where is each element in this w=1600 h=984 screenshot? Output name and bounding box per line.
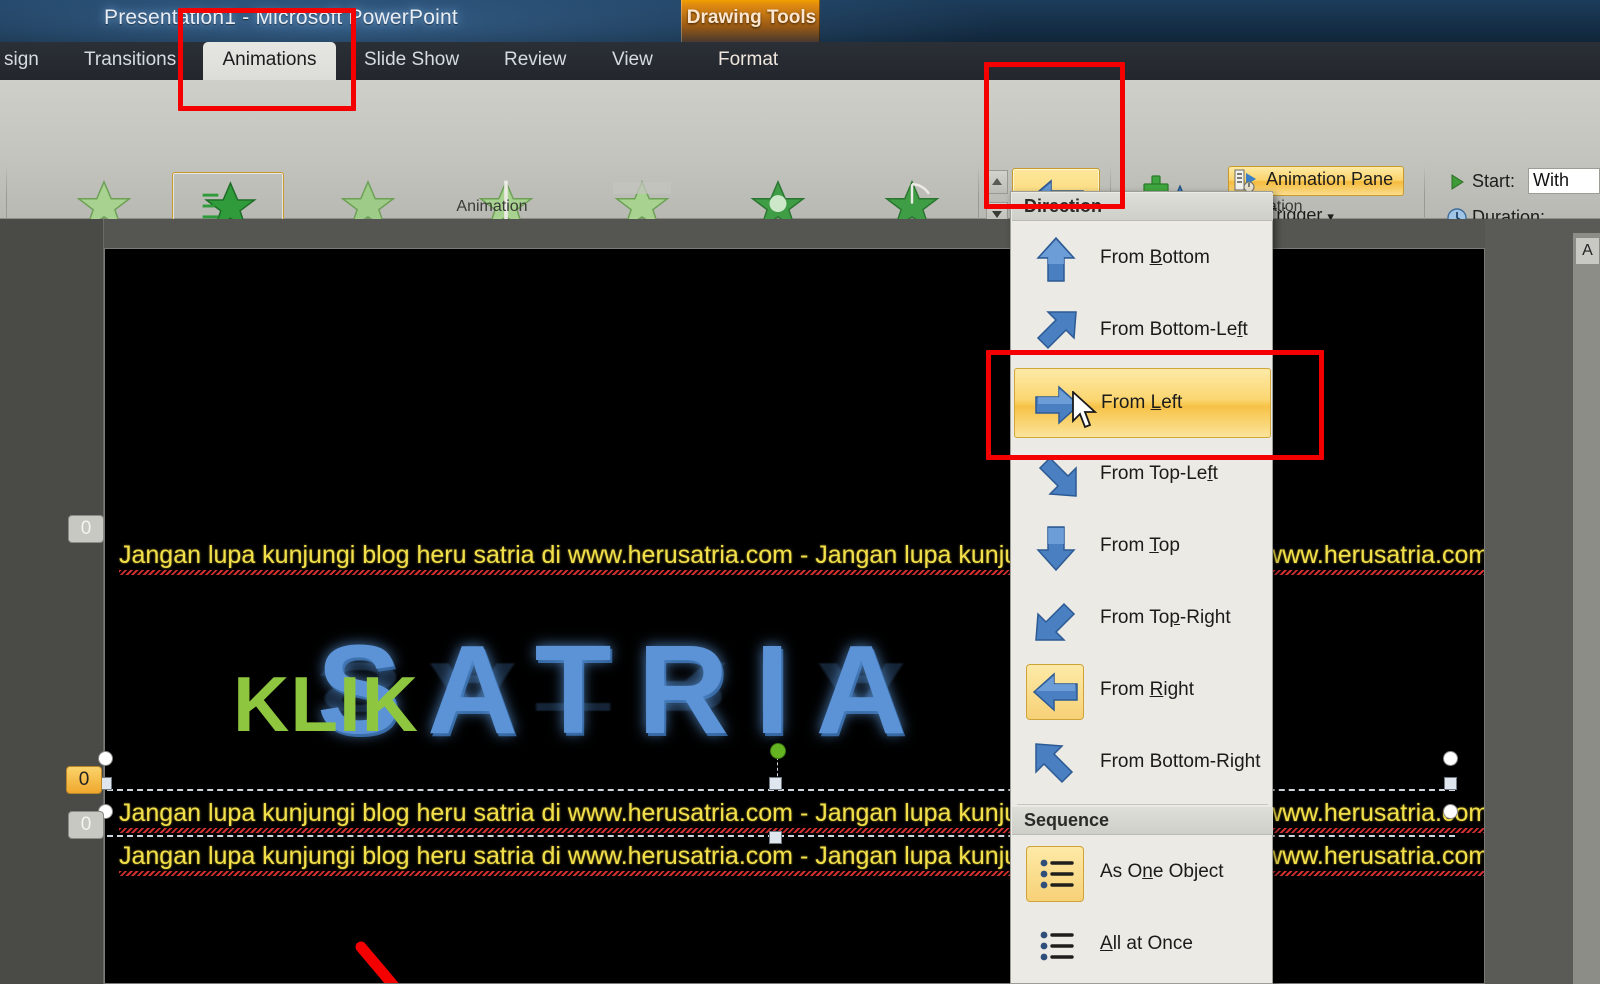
menu-item-from-top[interactable]: From Top: [1014, 512, 1271, 582]
tab-transitions[interactable]: Transitions: [72, 42, 188, 80]
selection-handle-top-center[interactable]: [769, 777, 782, 790]
contextual-tab-drawing-tools: Drawing Tools: [681, 0, 820, 42]
arrow-down-icon: [1036, 526, 1076, 572]
animation-badge-1[interactable]: 0: [68, 515, 104, 543]
selection-handle-top-left[interactable]: [98, 751, 113, 766]
menu-item-as-one-object[interactable]: As One Object: [1014, 838, 1271, 908]
right-pane-scroll[interactable]: [1573, 233, 1600, 984]
list-icon: [1040, 931, 1074, 961]
tab-design[interactable]: sign: [0, 42, 51, 80]
selection-handle-bottom-center[interactable]: [769, 831, 782, 844]
list-icon: [1040, 859, 1074, 889]
ribbon: Fade Fly In Float In Split Wipe Sha: [0, 80, 1600, 292]
menu-item-all-at-once[interactable]: All at Once: [1014, 910, 1271, 980]
slide-text-line-2[interactable]: Jangan lupa kunjungi blog heru satria di…: [119, 799, 1484, 828]
title-bar: Presentation1 - Microsoft PowerPoint Dra…: [0, 0, 1600, 42]
arrow-left-icon: [1032, 672, 1078, 712]
spellcheck-underline: [119, 871, 1484, 876]
spellcheck-underline: [119, 570, 1484, 575]
tab-format[interactable]: Format: [706, 42, 790, 80]
arrow-down-left-icon: [1035, 602, 1076, 641]
menu-item-from-left[interactable]: From Left: [1014, 368, 1271, 438]
animation-group-label: Animation: [456, 198, 528, 215]
slide-canvas[interactable]: Jangan lupa kunjungi blog heru satria di…: [104, 248, 1485, 984]
ribbon-tab-strip: sign Transitions Animations Slide Show R…: [0, 42, 1600, 122]
left-rail: [0, 219, 104, 984]
start-label: Start:: [1472, 171, 1516, 191]
menu-item-from-bottom-right-label: From Bottom-Right: [1100, 751, 1261, 772]
slide-text-line-3[interactable]: Jangan lupa kunjungi blog heru satria di…: [119, 842, 1484, 871]
window-title: Presentation1 - Microsoft PowerPoint: [104, 6, 458, 29]
menu-item-from-bottom[interactable]: From Bottom: [1014, 224, 1271, 294]
direction-section-header: Direction: [1012, 193, 1273, 221]
menu-item-from-bottom-right[interactable]: From Bottom-Right: [1014, 728, 1271, 798]
menu-item-from-top-right[interactable]: From Top-Right: [1014, 584, 1271, 654]
menu-item-as-one-object-label: As One Object: [1100, 861, 1224, 882]
arrow-up-icon: [1036, 236, 1076, 282]
selection-handle-top-right[interactable]: [1443, 751, 1458, 766]
arrow-up-left-icon: [1035, 743, 1074, 784]
start-combo-box[interactable]: With: [1528, 168, 1600, 194]
right-pane-tab[interactable]: A: [1575, 237, 1600, 265]
menu-divider: [1017, 804, 1268, 805]
gallery-scroll-up-button[interactable]: [986, 170, 1008, 194]
menu-item-from-top-label: From Top: [1100, 535, 1180, 556]
arrow-down-right-icon: [1038, 456, 1077, 497]
red-arrow-annotation: [355, 941, 399, 983]
arrow-up-right-icon: [1036, 311, 1077, 350]
workspace: Jangan lupa kunjungi blog heru satria di…: [0, 219, 1600, 984]
menu-item-from-bottom-label: From Bottom: [1100, 247, 1210, 268]
menu-item-from-left-label: From Left: [1101, 392, 1183, 413]
klik-callout-text: KLIK: [233, 660, 419, 748]
selection-handle-middle-right[interactable]: [1444, 777, 1457, 790]
rotation-handle[interactable]: [770, 743, 786, 759]
menu-item-from-top-left[interactable]: From Top-Left: [1014, 440, 1271, 510]
menu-item-from-right-label: From Right: [1100, 679, 1194, 700]
animation-badge-3[interactable]: 0: [68, 811, 104, 839]
tab-animations[interactable]: Animations: [203, 42, 336, 80]
selection-handle-bottom-right[interactable]: [1443, 804, 1458, 819]
spellcheck-underline: [119, 828, 1484, 833]
play-icon: [1451, 174, 1464, 190]
animation-badge-2[interactable]: 0: [66, 766, 102, 794]
menu-item-from-bottom-left-label: From Bottom-Left: [1100, 319, 1248, 340]
tab-review[interactable]: Review: [492, 42, 578, 80]
menu-item-from-right[interactable]: From Right: [1014, 656, 1271, 726]
menu-item-from-top-right-label: From Top-Right: [1100, 607, 1231, 628]
tab-view[interactable]: View: [600, 42, 665, 80]
sequence-section-header: Sequence: [1012, 807, 1273, 835]
menu-item-from-top-left-label: From Top-Left: [1100, 463, 1218, 484]
tab-slide-show[interactable]: Slide Show: [352, 42, 471, 80]
menu-item-from-bottom-left[interactable]: From Bottom-Left: [1014, 296, 1271, 366]
effect-options-dropdown-menu[interactable]: Direction From Bottom From Bottom-Left F…: [1010, 191, 1273, 984]
menu-item-all-at-once-label: All at Once: [1100, 933, 1193, 954]
slide-text-line-1[interactable]: Jangan lupa kunjungi blog heru satria di…: [119, 541, 1484, 570]
mouse-cursor: [1072, 391, 1098, 429]
contextual-tab-title: Drawing Tools: [686, 7, 817, 28]
animation-pane-label: Animation Pane: [1266, 169, 1394, 189]
